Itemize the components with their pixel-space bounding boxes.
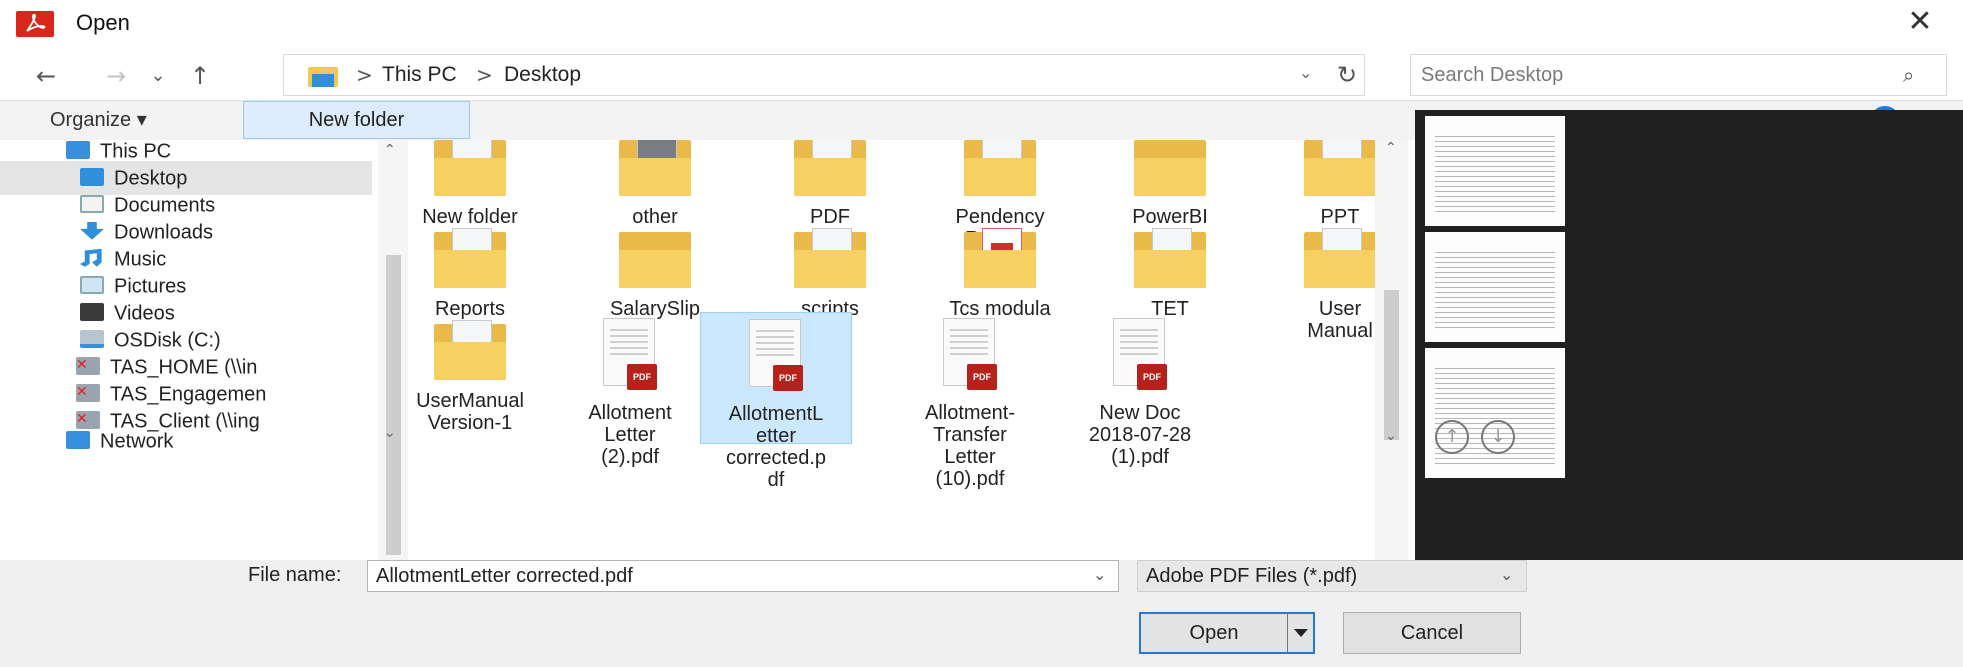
back-button[interactable]: ← — [26, 58, 66, 94]
file-type-value: Adobe PDF Files (*.pdf) — [1146, 565, 1358, 587]
navigation-pane-scrollbar[interactable]: ⌃ ⌄ — [378, 140, 408, 560]
breadcrumb-separator[interactable]: > — [476, 63, 493, 87]
sidebar-item-network[interactable]: Network — [66, 424, 366, 458]
list-item[interactable]: TET — [1075, 228, 1265, 320]
scroll-up-icon[interactable]: ⌃ — [1385, 140, 1397, 156]
list-item-selected[interactable]: PDF AllotmentL etter corrected.p df — [700, 312, 852, 491]
file-type-select[interactable]: Adobe PDF Files (*.pdf) ⌄ — [1137, 560, 1527, 592]
file-name-input[interactable] — [376, 564, 1076, 588]
forward-button[interactable]: → — [96, 58, 136, 94]
breadcrumb-desktop[interactable]: Desktop — [504, 63, 581, 87]
downloads-folder-icon — [80, 221, 104, 240]
search-box: ⌕ — [1410, 54, 1947, 96]
folder-icon — [434, 228, 506, 288]
refresh-button[interactable]: ↻ — [1329, 57, 1365, 93]
folder-icon — [1304, 140, 1376, 196]
documents-folder-icon — [80, 194, 104, 213]
search-icon[interactable]: ⌕ — [1903, 63, 1914, 87]
open-button[interactable]: Open — [1139, 612, 1315, 654]
close-button[interactable]: ✕ — [1890, 4, 1950, 42]
recent-locations-button[interactable]: ⌄ — [138, 58, 178, 94]
list-item[interactable]: Tcs modula — [905, 228, 1095, 320]
desktop-folder-icon — [80, 167, 104, 186]
previous-page-icon[interactable]: ↑ — [1435, 420, 1469, 454]
list-item[interactable]: other — [560, 140, 750, 228]
pdf-file-icon: PDF — [939, 318, 1001, 398]
search-input[interactable] — [1421, 61, 1881, 89]
preview-page-thumbnail — [1425, 348, 1565, 478]
folder-icon — [619, 228, 691, 288]
cancel-button[interactable]: Cancel — [1343, 612, 1521, 654]
file-name-combobox: ⌄ — [367, 560, 1119, 592]
breadcrumb-separator[interactable]: > — [356, 63, 373, 87]
next-page-icon[interactable]: ↓ — [1481, 420, 1515, 454]
scroll-up-icon[interactable]: ⌃ — [384, 142, 396, 158]
music-folder-icon — [80, 248, 102, 267]
window-title: Open — [76, 10, 130, 35]
open-options-dropdown-icon[interactable] — [1287, 614, 1313, 652]
folder-icon — [794, 228, 866, 288]
scroll-down-icon[interactable]: ⌄ — [384, 425, 396, 441]
acrobat-icon — [16, 11, 54, 37]
organize-button[interactable]: Organize ▾ — [50, 107, 147, 132]
list-item[interactable]: Reports — [410, 228, 565, 320]
footer-panel: File name: ⌄ Adobe PDF Files (*.pdf) ⌄ O… — [0, 560, 1963, 667]
title-bar: Open ✕ — [0, 0, 1963, 46]
scrollbar-thumb[interactable] — [386, 255, 401, 555]
folder-icon — [964, 228, 1036, 288]
pictures-folder-icon — [80, 275, 104, 294]
list-item[interactable]: PDF New Doc 2018-07-28 (1).pdf — [1045, 318, 1235, 468]
disconnected-network-drive-icon: ✕ — [76, 383, 100, 402]
file-type-dropdown-icon[interactable]: ⌄ — [1500, 565, 1513, 584]
folder-icon — [794, 140, 866, 196]
file-name-dropdown-icon[interactable]: ⌄ — [1093, 565, 1106, 584]
preview-page-thumbnail — [1425, 232, 1565, 342]
file-list-scrollbar[interactable]: ⌃ ⌄ — [1375, 140, 1408, 560]
scroll-down-icon[interactable]: ⌄ — [1385, 428, 1397, 444]
open-button-label[interactable]: Open — [1141, 614, 1287, 652]
preview-page-thumbnail — [1425, 116, 1565, 226]
up-button[interactable]: ↑ — [180, 58, 220, 94]
network-icon — [66, 430, 90, 449]
list-item[interactable]: SalarySlip — [560, 228, 750, 320]
navigation-pane: This PC Desktop Documents Downloads Musi… — [0, 140, 410, 560]
folder-icon — [1134, 140, 1206, 196]
folder-icon — [619, 140, 691, 196]
folder-icon — [964, 140, 1036, 196]
scrollbar-thumb[interactable] — [1384, 290, 1399, 440]
list-item[interactable]: PowerBI — [1075, 140, 1265, 228]
disconnected-network-drive-icon: ✕ — [76, 356, 100, 375]
videos-folder-icon — [80, 302, 104, 321]
pdf-file-icon: PDF — [745, 319, 807, 399]
pdf-file-icon: PDF — [1109, 318, 1171, 398]
computer-icon — [66, 140, 90, 159]
list-item[interactable]: scripts — [735, 228, 925, 320]
disk-drive-icon — [80, 329, 104, 348]
file-name-label: File name: — [248, 564, 342, 586]
address-bar[interactable]: > This PC > Desktop ⌄ ↻ — [283, 54, 1365, 96]
folder-icon — [1304, 228, 1376, 288]
preview-pane: ↑ ↓ — [1415, 110, 1963, 560]
breadcrumb-this-pc[interactable]: This PC — [382, 63, 457, 87]
list-item[interactable]: PDF — [735, 140, 925, 228]
list-item[interactable]: PDF Allotment Letter (2).pdf — [535, 318, 725, 468]
folder-icon — [1134, 228, 1206, 288]
folder-icon — [434, 320, 506, 380]
folder-icon — [434, 140, 506, 196]
desktop-folder-icon — [308, 67, 338, 87]
address-dropdown-icon[interactable]: ⌄ — [1299, 63, 1312, 82]
list-item[interactable]: PDF Allotment- Transfer Letter (10).pdf — [875, 318, 1065, 490]
pdf-file-icon: PDF — [599, 318, 661, 398]
navigation-bar: ← → ⌄ ↑ > This PC > Desktop ⌄ ↻ ⌕ — [0, 50, 1963, 100]
